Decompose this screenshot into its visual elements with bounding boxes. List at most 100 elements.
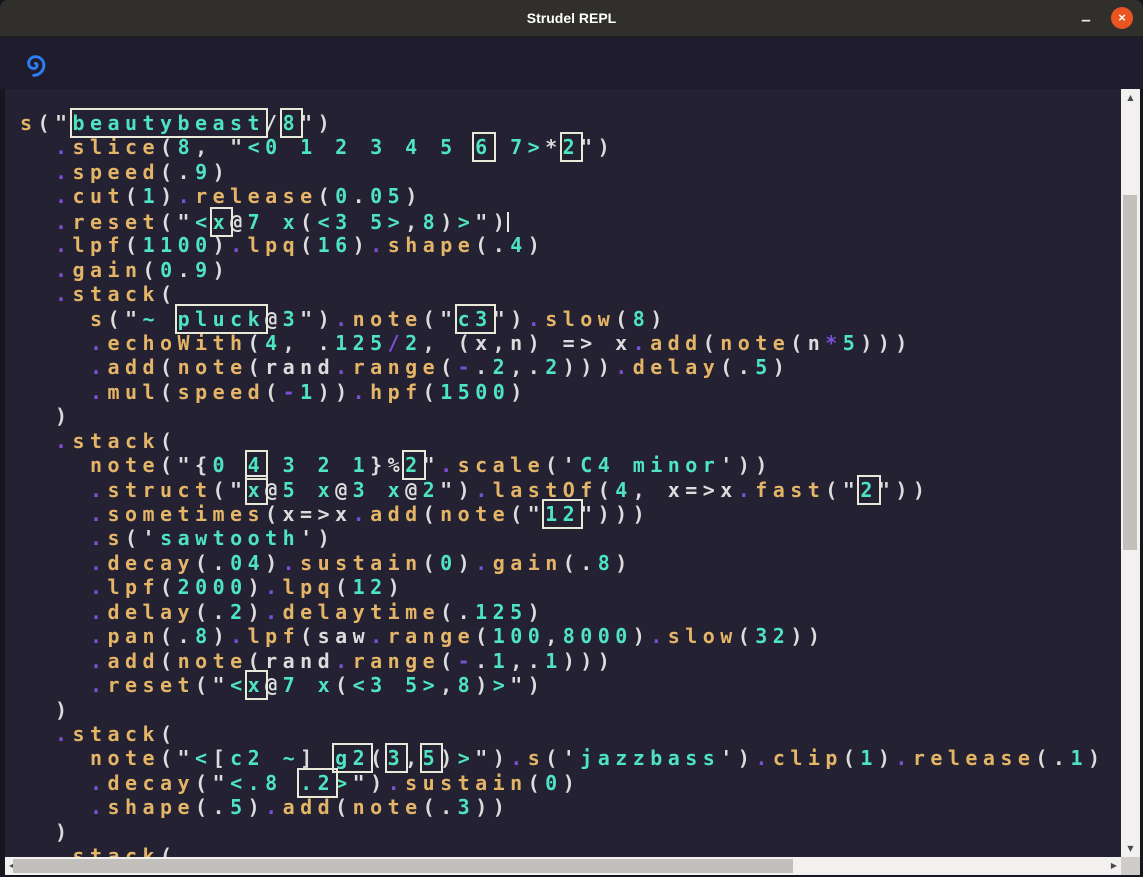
code-token: 7 x [283,673,336,697]
code-token: ) [615,551,633,575]
code-token: 1 [300,380,318,404]
horizontal-scrollbar[interactable]: ◀ ▶ [5,857,1121,875]
code-token: 1100 [143,233,213,257]
code-token: , [405,746,423,770]
minimize-button[interactable]: – [1077,2,1095,38]
code-token: (. [195,795,230,819]
active-event-highlight: pluck [178,307,266,331]
code-token: > [493,673,511,697]
code-token: delay [108,600,196,624]
code-token [20,673,90,697]
code-token: . [90,478,108,502]
code-token: ) [563,771,581,795]
scroll-down-icon[interactable]: ▼ [1121,844,1140,853]
code-token: note [178,355,248,379]
code-token: . [178,184,196,208]
code-token [20,355,90,379]
code-token: . [90,355,108,379]
code-token: > [458,210,476,234]
code-token: . [55,184,73,208]
code-token: 5 [843,331,861,355]
code-token: stack [73,429,161,453]
code-token [20,307,90,331]
code-token: ( [843,746,861,770]
code-token: ) [248,600,266,624]
strudel-spiral-logo-icon[interactable] [21,49,49,77]
code-token: note [90,453,160,477]
code-token [20,135,55,159]
active-event-highlight: 2 [405,453,423,477]
code-token: reset [108,673,196,697]
close-button[interactable]: × [1111,7,1133,29]
code-editor[interactable]: s("beautybeast/8") .slice(8, "<0 1 2 3 4… [5,89,1121,857]
code-token: . [90,624,108,648]
code-token: c2 ~ [230,746,300,770]
code-token: jazzbass [580,746,720,770]
code-line: .sometimes(x=>x.add(note("12"))) [20,502,1105,526]
code-token: ") [510,673,545,697]
code-token: 16 [318,233,353,257]
code-token: . [90,331,108,355]
code-token: @ [265,307,283,331]
code-token: (rand [248,355,336,379]
code-token: . [353,502,371,526]
code-token: , " [195,135,248,159]
code-token: ( [300,233,318,257]
code-token: . [55,233,73,257]
code-token: . [178,258,196,282]
code-token: ( [160,575,178,599]
code-token: , [440,673,458,697]
code-token [20,160,55,184]
horizontal-scrollbar-thumb[interactable] [13,859,793,873]
code-token: 5 x [283,478,336,502]
code-token: ) [440,746,458,770]
code-token: @ [265,673,283,697]
titlebar[interactable]: Strudel REPL – × [0,0,1143,37]
scroll-right-icon[interactable]: ▶ [1111,861,1117,870]
code-token: ))) [860,331,913,355]
code-token: hpf [370,380,423,404]
code-token: . [335,307,353,331]
code-token: speed [73,160,161,184]
code-token: , (x,n) => x [423,331,633,355]
code-token: ( [160,135,178,159]
scroll-up-icon[interactable]: ▲ [1121,93,1140,102]
code-token: (" [510,502,545,526]
code-token: (" [160,210,195,234]
code-token [20,184,55,208]
code-token: (. [440,600,475,624]
vertical-scrollbar[interactable]: ▲ ▼ [1121,89,1140,857]
code-line: note("<[c2 ~] g2(3,5)>").s('jazzbass').c… [20,746,1105,770]
code-token: slice [73,135,161,159]
code-token: ) [458,551,476,575]
code-token: " [423,453,441,477]
code-token: ") [440,478,475,502]
code-token: (saw [300,624,370,648]
code-token: (" [213,478,248,502]
code-token: shape [108,795,196,819]
code-token: ( [370,746,388,770]
active-event-highlight: 5 [423,746,441,770]
code-token: 1500 [440,380,510,404]
code-token [20,526,90,550]
code-token: . [388,771,406,795]
code-token: (" [195,771,230,795]
code-token: (. [563,551,598,575]
code-line: .add(note(rand.range(-.2,.2))).delay(.5) [20,355,1105,379]
scrollbar-corner [1121,857,1140,875]
code-token: . [90,649,108,673]
code-token: ( [143,258,161,282]
text-cursor [507,212,509,232]
code-token: . [90,600,108,624]
code-token: 0 [335,184,353,208]
code-token: (rand [248,649,336,673]
code-token: ) [528,600,546,624]
code-token: note [353,307,423,331]
code-token: ( [300,210,318,234]
vertical-scrollbar-thumb[interactable] [1123,195,1137,550]
code-line: .pan(.8).lpf(saw.range(100,8000).slow(32… [20,624,1105,648]
code-token: sustain [300,551,423,575]
code-token: , x=>x [633,478,738,502]
code-token: ( [528,771,546,795]
code-line: .shape(.5).add(note(.3)) [20,795,1105,819]
